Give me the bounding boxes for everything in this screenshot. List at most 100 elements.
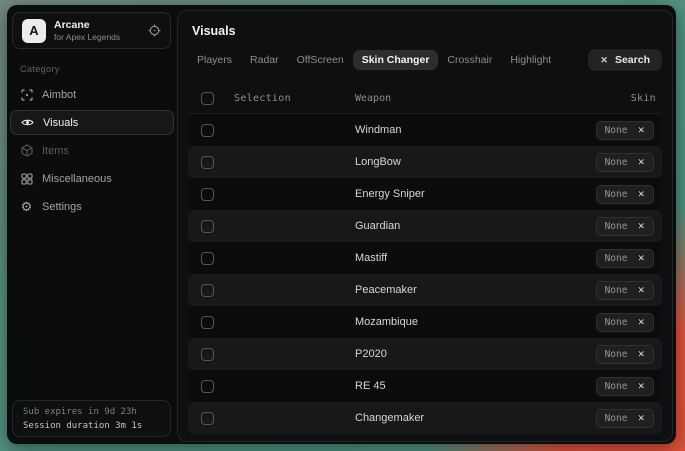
- tab-players[interactable]: Players: [188, 50, 241, 70]
- skin-selector[interactable]: None ✕: [596, 121, 654, 140]
- scope-icon[interactable]: [148, 24, 161, 37]
- table-row[interactable]: Windman None ✕: [188, 114, 662, 146]
- table-row[interactable]: RE 45 None ✕: [188, 370, 662, 402]
- skin-selector[interactable]: None ✕: [596, 249, 654, 268]
- row-checkbox[interactable]: [201, 412, 214, 425]
- skin-selector[interactable]: None ✕: [596, 377, 654, 396]
- clear-skin-icon[interactable]: ✕: [637, 158, 645, 167]
- column-header-skin: Skin: [631, 93, 656, 104]
- session-duration-text: Session duration 3m 1s: [23, 419, 160, 433]
- table-row[interactable]: Mastiff None ✕: [188, 242, 662, 274]
- skin-selector[interactable]: None ✕: [596, 313, 654, 332]
- row-checkbox[interactable]: [201, 124, 214, 137]
- sidebar-item-visuals[interactable]: Visuals: [10, 110, 174, 135]
- skin-selector[interactable]: None ✕: [596, 281, 654, 300]
- gear-icon: ⚙: [20, 200, 33, 213]
- weapon-name: Peacemaker: [355, 284, 417, 296]
- table-row[interactable]: Mozambique None ✕: [188, 306, 662, 338]
- skin-selector[interactable]: None ✕: [596, 345, 654, 364]
- skin-value: None: [605, 125, 628, 136]
- tab-skin-changer[interactable]: Skin Changer: [353, 50, 439, 70]
- profile-card: A Arcane for Apex Legends: [12, 12, 171, 49]
- table-row[interactable]: P2020 None ✕: [188, 338, 662, 370]
- skin-value: None: [605, 349, 628, 360]
- table-row[interactable]: Guardian None ✕: [188, 210, 662, 242]
- skin-value: None: [605, 221, 628, 232]
- clear-skin-icon[interactable]: ✕: [637, 414, 645, 423]
- skin-selector[interactable]: None ✕: [596, 409, 654, 428]
- tab-radar[interactable]: Radar: [241, 50, 288, 70]
- clear-skin-icon[interactable]: ✕: [637, 126, 645, 135]
- tab-highlight[interactable]: Highlight: [501, 50, 560, 70]
- weapon-name: Mastiff: [355, 252, 387, 264]
- column-header-weapon: Weapon: [355, 93, 391, 104]
- weapon-name: Mozambique: [355, 316, 418, 328]
- sidebar-item-label: Items: [42, 145, 69, 157]
- sidebar-item-miscellaneous[interactable]: Miscellaneous: [7, 165, 177, 192]
- row-checkbox[interactable]: [201, 380, 214, 393]
- table-body: Windman None ✕ LongBow None ✕: [188, 114, 662, 434]
- app-name: Arcane: [54, 19, 120, 32]
- tab-crosshair[interactable]: Crosshair: [438, 50, 501, 70]
- subscription-info: Sub expires in 9d 23h Session duration 3…: [12, 400, 171, 437]
- sidebar-item-label: Visuals: [43, 117, 78, 129]
- app-subtitle: for Apex Legends: [54, 32, 120, 43]
- grid-icon: [20, 173, 33, 185]
- weapon-name: RE 45: [355, 380, 386, 392]
- clear-skin-icon[interactable]: ✕: [637, 190, 645, 199]
- skin-value: None: [605, 317, 628, 328]
- table-row[interactable]: LongBow None ✕: [188, 146, 662, 178]
- weapon-name: P2020: [355, 348, 387, 360]
- sub-expiry-text: Sub expires in 9d 23h: [23, 405, 160, 419]
- skin-selector[interactable]: None ✕: [596, 217, 654, 236]
- search-button[interactable]: ✕ Search: [588, 49, 662, 71]
- sidebar-item-items[interactable]: Items: [7, 137, 177, 164]
- row-checkbox[interactable]: [201, 284, 214, 297]
- weapon-name: Guardian: [355, 220, 400, 232]
- eye-icon: [21, 116, 34, 129]
- sidebar-item-aimbot[interactable]: Aimbot: [7, 81, 177, 108]
- table-row[interactable]: Energy Sniper None ✕: [188, 178, 662, 210]
- row-checkbox[interactable]: [201, 220, 214, 233]
- sidebar-item-label: Settings: [42, 201, 82, 213]
- category-label: Category: [20, 64, 177, 74]
- clear-skin-icon[interactable]: ✕: [637, 350, 645, 359]
- weapon-name: Energy Sniper: [355, 188, 425, 200]
- row-checkbox[interactable]: [201, 316, 214, 329]
- weapon-name: LongBow: [355, 156, 401, 168]
- app-window: A Arcane for Apex Legends Category: [7, 5, 676, 444]
- skin-selector[interactable]: None ✕: [596, 185, 654, 204]
- column-header-selection: Selection: [234, 93, 291, 104]
- table-row[interactable]: Changemaker None ✕: [188, 402, 662, 434]
- skin-value: None: [605, 253, 628, 264]
- skin-value: None: [605, 285, 628, 296]
- skin-value: None: [605, 189, 628, 200]
- row-checkbox[interactable]: [201, 156, 214, 169]
- weapon-name: Changemaker: [355, 412, 424, 424]
- sidebar-item-label: Aimbot: [42, 89, 76, 101]
- main-panel: Visuals Players Radar OffScreen Skin Cha…: [177, 10, 673, 442]
- row-checkbox[interactable]: [201, 252, 214, 265]
- clear-skin-icon[interactable]: ✕: [637, 286, 645, 295]
- skin-selector[interactable]: None ✕: [596, 153, 654, 172]
- clear-skin-icon[interactable]: ✕: [637, 318, 645, 327]
- table-row[interactable]: Peacemaker None ✕: [188, 274, 662, 306]
- row-checkbox[interactable]: [201, 188, 214, 201]
- table-header: Selection Weapon Skin: [188, 84, 662, 114]
- aimbot-crosshair-icon: [20, 89, 33, 101]
- clear-skin-icon[interactable]: ✕: [637, 254, 645, 263]
- package-icon: [20, 144, 33, 157]
- row-checkbox[interactable]: [201, 348, 214, 361]
- skin-value: None: [605, 381, 628, 392]
- select-all-checkbox[interactable]: [201, 92, 214, 105]
- clear-skin-icon[interactable]: ✕: [637, 382, 645, 391]
- tabs-bar: Players Radar OffScreen Skin Changer Cro…: [188, 49, 662, 71]
- skin-value: None: [605, 157, 628, 168]
- sidebar-item-settings[interactable]: ⚙ Settings: [7, 193, 177, 220]
- tab-offscreen[interactable]: OffScreen: [288, 50, 353, 70]
- clear-skin-icon[interactable]: ✕: [637, 222, 645, 231]
- weapon-name: Windman: [355, 124, 401, 136]
- page-title: Visuals: [192, 24, 658, 38]
- sidebar-nav: Aimbot Visuals Items: [7, 81, 177, 221]
- search-icon: ✕: [600, 55, 608, 66]
